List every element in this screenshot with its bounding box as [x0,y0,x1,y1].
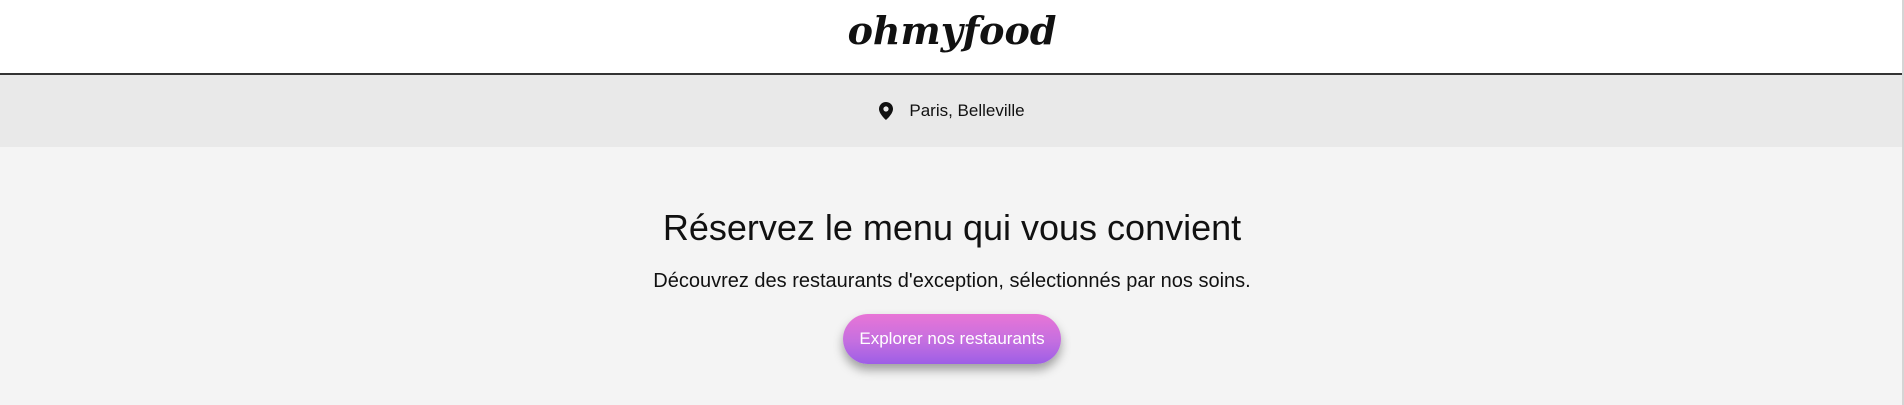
location-bar: Paris, Belleville [0,75,1904,147]
map-pin-icon [879,102,894,120]
site-header: ohmyfood [0,0,1904,75]
location-info: Paris, Belleville [879,101,1025,121]
hero-subtitle: Découvrez des restaurants d'exception, s… [653,270,1251,292]
explore-restaurants-button[interactable]: Explorer nos restaurants [843,314,1061,364]
page: ohmyfood Paris, Belleville Réservez le m… [0,0,1904,405]
site-logo[interactable]: ohmyfood [848,8,1057,53]
hero-section: Réservez le menu qui vous convient Décou… [0,147,1904,405]
hero-title: Réservez le menu qui vous convient [662,207,1242,248]
location-text: Paris, Belleville [909,101,1025,120]
